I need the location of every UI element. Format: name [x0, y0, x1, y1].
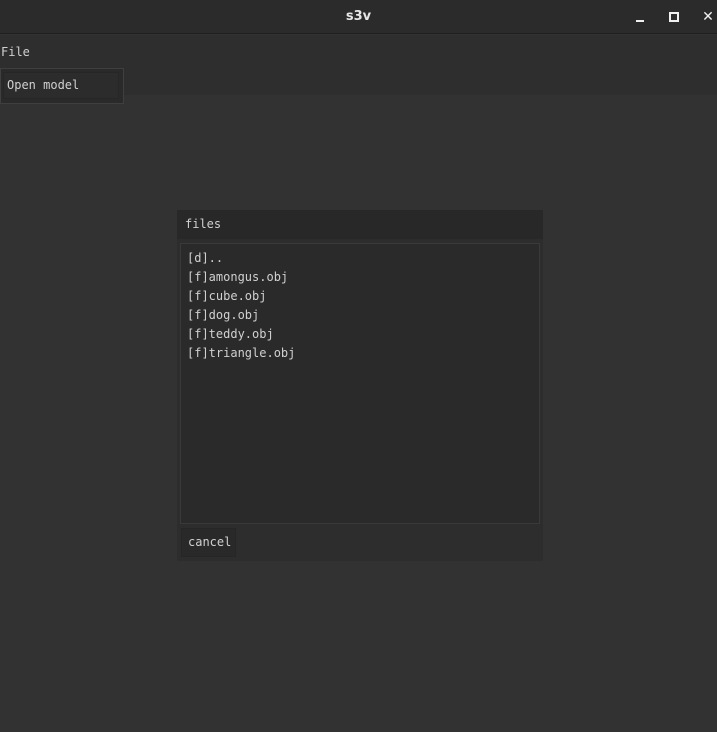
- minimize-button[interactable]: [629, 6, 651, 28]
- maximize-icon: [669, 12, 679, 22]
- file-list-item[interactable]: [f]triangle.obj: [187, 344, 295, 363]
- open-model-menu-item[interactable]: Open model: [3, 72, 119, 99]
- file-list-item[interactable]: [f]cube.obj: [187, 287, 266, 306]
- file-menu-dropdown: Open model: [0, 68, 124, 104]
- dialog-title: files: [185, 217, 222, 231]
- files-dialog: files [d].. [f]amongus.obj [f]cube.obj […: [177, 210, 543, 561]
- cancel-button[interactable]: cancel: [181, 528, 236, 557]
- title-bar[interactable]: s3v ✕: [0, 0, 717, 34]
- menu-bar: File Open model: [0, 35, 717, 104]
- minimize-icon: [636, 20, 644, 22]
- file-list-item[interactable]: [f]amongus.obj: [187, 268, 288, 287]
- close-icon: ✕: [702, 9, 714, 25]
- maximize-button[interactable]: [663, 6, 685, 28]
- file-list-item-parent-dir[interactable]: [d]..: [187, 249, 223, 268]
- window-title: s3v: [345, 9, 372, 24]
- close-button[interactable]: ✕: [697, 6, 717, 28]
- app-window: s3v ✕ File Open model files [d].. [f]amo…: [0, 0, 717, 732]
- dialog-header[interactable]: files: [177, 210, 543, 239]
- file-list-item[interactable]: [f]dog.obj: [187, 306, 259, 325]
- file-list-item[interactable]: [f]teddy.obj: [187, 325, 274, 344]
- file-list[interactable]: [d].. [f]amongus.obj [f]cube.obj [f]dog.…: [180, 243, 540, 524]
- menu-file[interactable]: File: [1, 45, 30, 59]
